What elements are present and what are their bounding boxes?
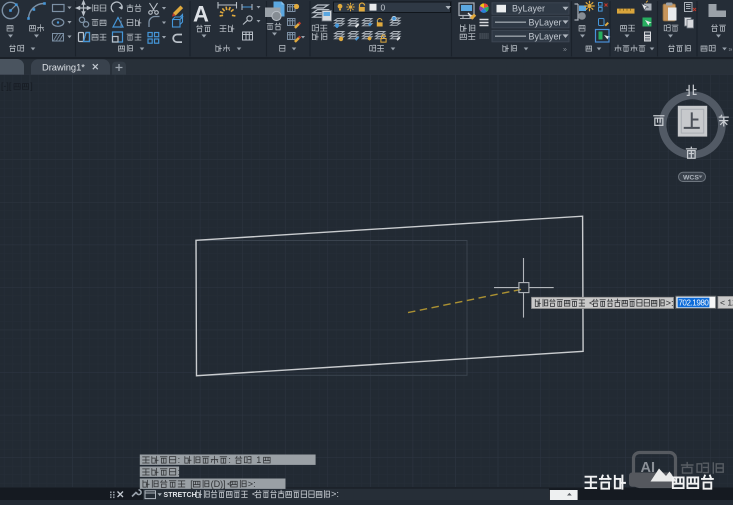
svg-text:ByLayer: ByLayer bbox=[512, 4, 545, 14]
svg-text:<: < bbox=[227, 479, 232, 489]
svg-text:< 12: < 12 bbox=[720, 298, 733, 308]
svg-text:>:: >: bbox=[248, 479, 256, 489]
svg-text:>:: >: bbox=[331, 489, 339, 499]
svg-text:Drawing1*: Drawing1* bbox=[42, 63, 85, 73]
svg-text:A: A bbox=[193, 2, 209, 27]
svg-text:0: 0 bbox=[381, 2, 386, 12]
svg-text:(D)]: (D)] bbox=[211, 479, 226, 489]
svg-text::: : bbox=[228, 455, 231, 465]
svg-text:702.1980: 702.1980 bbox=[678, 298, 709, 307]
svg-text:»: » bbox=[563, 47, 567, 54]
svg-text:>:: >: bbox=[666, 298, 674, 308]
svg-text:[-][: [-][ bbox=[1, 81, 12, 91]
svg-text:ByLayer: ByLayer bbox=[529, 31, 562, 41]
svg-text:ByLayer: ByLayer bbox=[529, 17, 562, 27]
svg-text:STRETCH: STRETCH bbox=[164, 492, 197, 499]
svg-text:»: » bbox=[729, 47, 733, 54]
svg-text::: : bbox=[178, 455, 181, 465]
svg-text::: : bbox=[178, 467, 181, 477]
svg-text:1: 1 bbox=[256, 455, 261, 465]
svg-text:WCS: WCS bbox=[683, 175, 699, 182]
svg-text:]: ] bbox=[30, 81, 32, 91]
svg-text:<: < bbox=[252, 489, 257, 499]
svg-text:<: < bbox=[589, 298, 594, 308]
